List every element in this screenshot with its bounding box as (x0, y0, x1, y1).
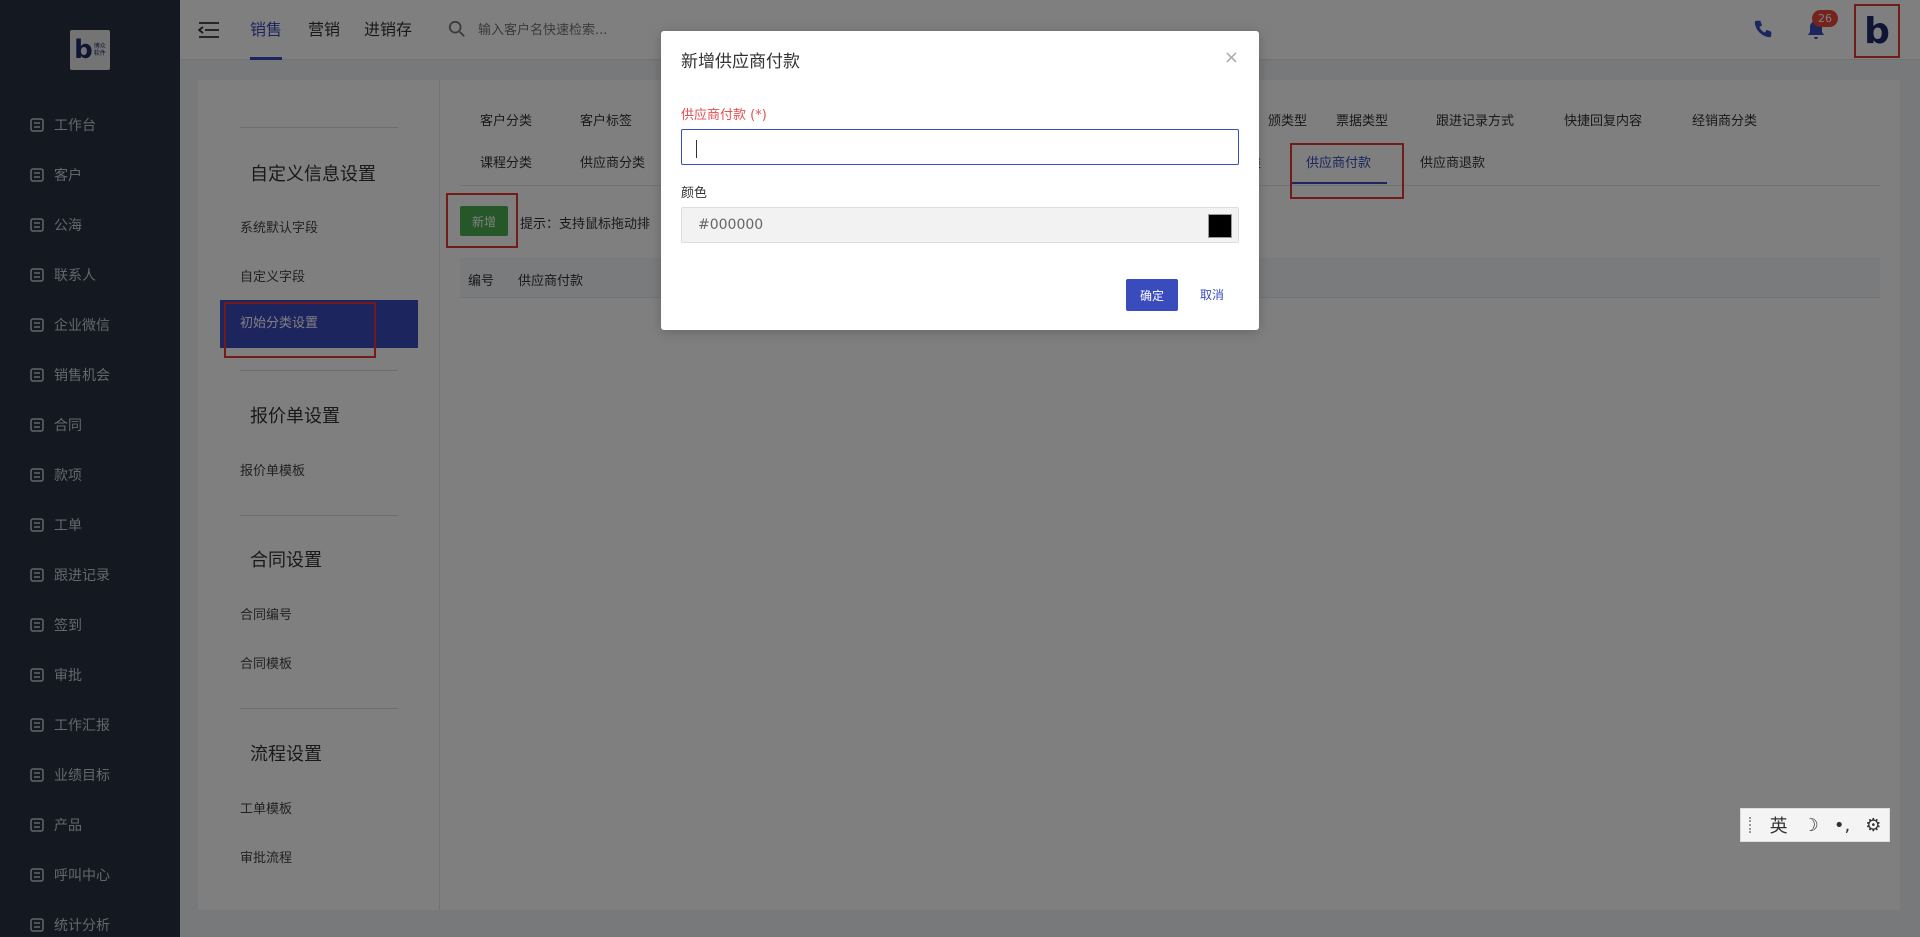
moon-icon[interactable]: ☽ (1803, 815, 1819, 836)
grip-icon[interactable] (1748, 817, 1755, 833)
confirm-button[interactable]: 确定 (1126, 279, 1178, 311)
supplier-payment-input[interactable] (681, 129, 1239, 165)
close-icon[interactable]: × (1224, 47, 1239, 68)
punctuation-icon[interactable]: •, (1834, 815, 1850, 836)
ime-toolbar: 英 ☽ •, ⚙ (1740, 808, 1890, 842)
cancel-button[interactable]: 取消 (1200, 286, 1224, 303)
color-swatch[interactable] (1208, 214, 1232, 238)
gear-icon[interactable]: ⚙ (1865, 815, 1881, 836)
color-value: #000000 (698, 217, 764, 233)
add-supplier-payment-dialog: 新增供应商付款 × 供应商付款 (*) 颜色 #000000 确定 取消 (661, 31, 1259, 330)
dialog-title: 新增供应商付款 (681, 52, 800, 72)
text-caret (696, 140, 697, 158)
ime-lang[interactable]: 英 (1770, 812, 1788, 838)
color-field[interactable]: #000000 (681, 207, 1239, 243)
color-label: 颜色 (681, 186, 708, 201)
supplier-payment-label: 供应商付款 (*) (681, 108, 767, 123)
